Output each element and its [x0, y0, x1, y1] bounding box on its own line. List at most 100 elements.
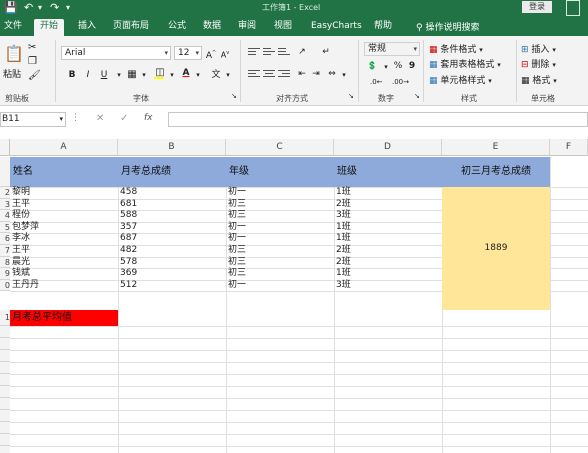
row-header[interactable]: [0, 386, 10, 398]
data-cell[interactable]: 王平: [10, 199, 30, 210]
data-cell[interactable]: 初一: [226, 280, 246, 291]
data-cell[interactable]: 1班: [334, 268, 351, 279]
data-cell[interactable]: 1班: [334, 222, 351, 233]
align-left-icon[interactable]: [248, 70, 260, 80]
customize-toolbar-icon[interactable]: ▾: [66, 1, 70, 15]
data-cell[interactable]: 初三: [226, 268, 246, 279]
data-cell[interactable]: 1班: [334, 233, 351, 244]
row-header[interactable]: [0, 446, 10, 453]
data-cell[interactable]: 初三: [226, 245, 246, 256]
formula-input[interactable]: [168, 112, 588, 127]
header-cell-class[interactable]: 班级: [334, 157, 357, 187]
row-header[interactable]: [0, 398, 10, 410]
row-header[interactable]: 7: [0, 245, 10, 257]
tell-me-search[interactable]: ⚲ 操作说明搜索: [416, 20, 479, 33]
number-format-select[interactable]: 常规 ▾: [364, 42, 420, 56]
align-center-icon[interactable]: [263, 70, 275, 80]
enter-icon[interactable]: ✓: [120, 113, 128, 124]
row-header[interactable]: [0, 157, 10, 187]
row-header[interactable]: 9: [0, 268, 10, 280]
wrap-text-icon[interactable]: ↵: [320, 46, 332, 58]
select-all-corner[interactable]: [0, 139, 10, 156]
column-header-e[interactable]: E: [442, 139, 550, 156]
tab-page-layout[interactable]: 页面布局: [113, 19, 149, 36]
copy-icon[interactable]: ❐: [28, 56, 37, 67]
data-cell[interactable]: 588: [118, 210, 137, 221]
data-cell[interactable]: 681: [118, 199, 137, 210]
increase-font-icon[interactable]: A^: [205, 47, 217, 61]
conditional-formatting-button[interactable]: ▦ 条件格式 ▾: [429, 42, 483, 55]
fill-color-dropdown-icon[interactable]: ▾: [166, 69, 178, 81]
underline-dropdown-icon[interactable]: ▾: [113, 69, 125, 81]
data-cell[interactable]: 初一: [226, 233, 246, 244]
row-header[interactable]: 2: [0, 187, 10, 199]
number-dialog-launcher-icon[interactable]: ↘: [414, 92, 420, 100]
align-top-icon[interactable]: [248, 48, 260, 58]
font-color-icon[interactable]: A: [180, 67, 192, 79]
insert-cells-button[interactable]: ⊞ 插入 ▾: [521, 42, 556, 55]
row-header[interactable]: 4: [0, 210, 10, 222]
decrease-font-icon[interactable]: Av: [219, 47, 231, 60]
increase-indent-icon[interactable]: ⇥: [310, 68, 322, 80]
data-cell[interactable]: 2班: [334, 199, 351, 210]
worksheet-grid[interactable]: A B C D E F 姓名 月考总成绩 年级 班级 初三月考总成绩 1889 …: [0, 133, 588, 453]
row-header[interactable]: [0, 410, 10, 422]
column-header-c[interactable]: C: [226, 139, 334, 156]
data-cell[interactable]: 369: [118, 268, 137, 279]
row-header[interactable]: 3: [0, 198, 10, 211]
data-cell[interactable]: 黎明: [10, 187, 30, 198]
column-header-f[interactable]: F: [550, 139, 588, 156]
data-cell[interactable]: 包梦萍: [10, 222, 39, 233]
paste-label[interactable]: 粘贴: [3, 67, 21, 80]
data-cell[interactable]: 512: [118, 280, 137, 291]
data-cell[interactable]: 晨光: [10, 257, 30, 268]
phonetic-dropdown-icon[interactable]: ▾: [222, 69, 234, 81]
merge-dropdown-icon[interactable]: ▾: [338, 69, 350, 81]
row-header[interactable]: 8: [0, 256, 10, 269]
data-cell[interactable]: 1班: [334, 187, 351, 198]
tab-help[interactable]: 帮助: [374, 19, 392, 36]
insert-function-button[interactable]: fx: [144, 113, 153, 123]
alignment-dialog-launcher-icon[interactable]: ↘: [348, 92, 354, 100]
data-cell[interactable]: 3班: [334, 210, 351, 221]
paste-icon[interactable]: 📋: [4, 44, 24, 63]
data-cell[interactable]: 初三: [226, 210, 246, 221]
row-header[interactable]: [0, 338, 10, 350]
font-color-dropdown-icon[interactable]: ▾: [192, 69, 204, 81]
cut-icon[interactable]: ✂: [28, 42, 36, 53]
fill-color-icon[interactable]: ◫: [154, 67, 166, 79]
align-middle-icon[interactable]: [263, 48, 275, 58]
orientation-icon[interactable]: ↗: [296, 46, 308, 58]
accounting-dropdown-icon[interactable]: ▾: [380, 61, 392, 73]
grade3-total-cell[interactable]: 1889: [442, 187, 550, 310]
italic-button[interactable]: I: [82, 69, 94, 81]
bold-button[interactable]: B: [66, 69, 78, 81]
format-cells-button[interactable]: ▦ 格式 ▾: [521, 73, 557, 86]
data-cell[interactable]: 李冰: [10, 233, 30, 244]
underline-button[interactable]: U: [98, 69, 110, 81]
row-header[interactable]: [0, 362, 10, 374]
save-icon[interactable]: 💾: [4, 1, 18, 15]
ribbon-display-options-icon[interactable]: [566, 0, 580, 16]
undo-dropdown-icon[interactable]: ▾: [38, 1, 42, 15]
data-cell[interactable]: 687: [118, 233, 137, 244]
delete-cells-button[interactable]: ⊟ 删除 ▾: [521, 57, 556, 70]
data-cell[interactable]: 程份: [10, 210, 30, 221]
data-cell[interactable]: 王平: [10, 245, 30, 256]
column-header-d[interactable]: D: [334, 139, 442, 156]
accounting-format-icon[interactable]: 💲: [366, 60, 378, 72]
tab-home[interactable]: 开始: [34, 19, 65, 36]
average-label-cell[interactable]: 月考总平均值: [10, 310, 118, 326]
redo-icon[interactable]: ↷: [50, 1, 59, 15]
tab-insert[interactable]: 插入: [78, 19, 96, 36]
font-name-select[interactable]: Arial ▾: [61, 46, 171, 60]
header-cell-grade[interactable]: 年级: [226, 157, 249, 187]
tab-view[interactable]: 视图: [274, 19, 292, 36]
tab-data[interactable]: 数据: [203, 19, 221, 36]
font-size-select[interactable]: 12 ▾: [174, 46, 202, 60]
merge-center-icon[interactable]: ⇔: [326, 68, 338, 80]
phonetic-icon[interactable]: 文: [210, 69, 222, 81]
row-header[interactable]: [0, 350, 10, 362]
undo-icon[interactable]: ↶: [24, 1, 33, 15]
borders-icon[interactable]: ▦: [126, 69, 138, 81]
